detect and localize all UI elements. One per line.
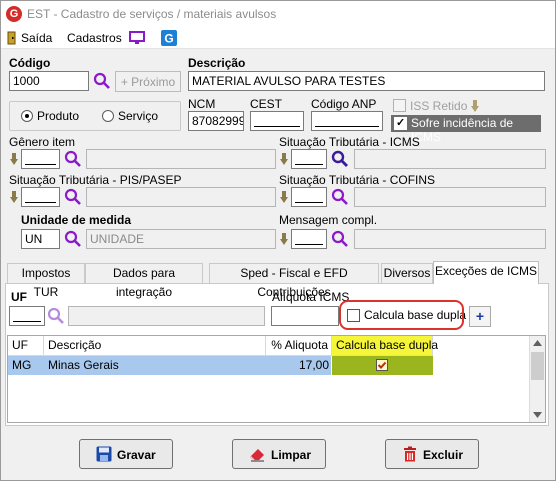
proximo-button[interactable]: + Próximo bbox=[115, 71, 181, 92]
tab-sped[interactable]: Sped - Fiscal e EFD Contribuições bbox=[209, 263, 379, 299]
menu-bar: Saída Cadastros G bbox=[1, 27, 555, 49]
search-icon[interactable] bbox=[64, 150, 82, 168]
add-button[interactable]: + bbox=[469, 306, 491, 327]
gravar-label: Gravar bbox=[117, 448, 156, 462]
iss-retido-checkbox[interactable] bbox=[393, 99, 406, 112]
ncm-input[interactable]: 87082999 bbox=[188, 111, 244, 131]
col-calcula-base-dupla[interactable]: Calcula base dupla bbox=[332, 336, 438, 356]
tab-dados-integracao[interactable]: Dados para integração bbox=[85, 263, 203, 299]
exit-door-icon bbox=[7, 31, 16, 45]
cest-label: CEST bbox=[250, 97, 283, 111]
produto-label: Produto bbox=[37, 109, 80, 123]
aliquota-input[interactable] bbox=[271, 306, 339, 326]
gravar-button[interactable]: Gravar bbox=[79, 439, 173, 469]
checked-box-icon[interactable] bbox=[376, 359, 388, 371]
col-uf[interactable]: UF bbox=[8, 336, 44, 356]
anp-input[interactable] bbox=[311, 111, 383, 131]
unidade-label: Unidade de medida bbox=[21, 213, 132, 227]
tab-impostos-tur[interactable]: Impostos TUR bbox=[7, 263, 85, 299]
window-title: EST - Cadastro de serviços / materiais a… bbox=[27, 7, 277, 21]
sofre-icms-checkbox[interactable] bbox=[394, 116, 407, 130]
search-icon[interactable] bbox=[331, 230, 349, 248]
produto-radio[interactable] bbox=[21, 110, 33, 122]
cest-input[interactable] bbox=[250, 111, 304, 131]
st-cofins-input[interactable] bbox=[291, 187, 327, 207]
cell-uf: MG bbox=[12, 358, 32, 372]
search-icon[interactable] bbox=[331, 188, 349, 206]
col-aliquota[interactable]: % Aliquota bbox=[266, 336, 332, 356]
scroll-up-icon[interactable] bbox=[533, 340, 542, 346]
mensagem-input[interactable] bbox=[291, 229, 327, 249]
down-arrow-icon bbox=[10, 191, 18, 203]
st-cofins-desc bbox=[354, 187, 546, 207]
unidade-code-input[interactable]: UN bbox=[21, 229, 60, 249]
title-bar: G EST - Cadastro de serviços / materiais… bbox=[1, 1, 555, 27]
cell-calcula[interactable] bbox=[332, 356, 433, 375]
down-arrow-icon bbox=[280, 191, 288, 203]
excecoes-table: UF Descrição % Aliquota Calcula base dup… bbox=[7, 335, 546, 423]
st-icms-label: Situação Tributária - ICMS bbox=[279, 135, 420, 149]
g-app-icon[interactable]: G bbox=[161, 30, 177, 46]
st-cofins-label: Situação Tributária - COFINS bbox=[279, 173, 436, 187]
app-logo-icon: G bbox=[6, 6, 22, 22]
descricao-input[interactable]: MATERIAL AVULSO PARA TESTES bbox=[188, 71, 545, 91]
uf-label: UF bbox=[11, 290, 27, 304]
aliquota-label: Alíquota ICMS bbox=[272, 290, 350, 304]
tab-diversos[interactable]: Diversos bbox=[381, 263, 433, 283]
st-pis-label: Situação Tributária - PIS/PASEP bbox=[9, 173, 182, 187]
search-icon[interactable] bbox=[93, 72, 111, 90]
save-disk-icon bbox=[96, 446, 112, 462]
table-scrollbar[interactable] bbox=[529, 336, 545, 422]
anp-label: Código ANP bbox=[311, 97, 377, 111]
scroll-thumb[interactable] bbox=[531, 352, 544, 380]
descricao-label: Descrição bbox=[188, 56, 246, 70]
search-icon[interactable] bbox=[64, 230, 82, 248]
st-icms-input[interactable] bbox=[291, 149, 327, 169]
menu-cadastros[interactable]: Cadastros bbox=[67, 31, 122, 45]
excluir-button[interactable]: Excluir bbox=[385, 439, 479, 469]
eraser-icon bbox=[250, 449, 264, 462]
genero-input[interactable] bbox=[21, 149, 60, 169]
ncm-label: NCM bbox=[188, 97, 216, 111]
menu-saida[interactable]: Saída bbox=[21, 31, 52, 45]
down-arrow-icon bbox=[280, 233, 288, 245]
down-arrow-icon bbox=[471, 100, 479, 112]
col-descricao[interactable]: Descrição bbox=[44, 336, 266, 356]
cell-aliquota: 17,00 bbox=[298, 358, 329, 372]
search-icon[interactable] bbox=[331, 150, 349, 168]
down-arrow-icon bbox=[10, 153, 18, 165]
scroll-down-icon[interactable] bbox=[533, 412, 542, 418]
tab-excecoes-icms[interactable]: Exceções de ICMS bbox=[433, 261, 539, 284]
genero-label: Gênero item bbox=[9, 135, 76, 149]
genero-desc bbox=[86, 149, 276, 169]
annotation-highlight bbox=[339, 300, 464, 330]
st-pis-input[interactable] bbox=[21, 187, 60, 207]
excluir-label: Excluir bbox=[423, 448, 464, 462]
search-icon[interactable] bbox=[64, 188, 82, 206]
monitor-icon[interactable] bbox=[129, 31, 145, 45]
uf-desc bbox=[68, 306, 265, 326]
cell-descricao: Minas Gerais bbox=[48, 358, 119, 372]
servico-radio[interactable] bbox=[102, 110, 114, 122]
st-icms-desc bbox=[354, 149, 546, 169]
st-pis-desc bbox=[86, 187, 276, 207]
mensagem-label: Mensagem compl. bbox=[279, 213, 378, 227]
search-icon[interactable] bbox=[47, 307, 65, 325]
svg-text:G: G bbox=[164, 32, 173, 46]
mensagem-desc bbox=[354, 229, 546, 249]
iss-retido-label: ISS Retido bbox=[410, 99, 468, 113]
sofre-icms-label: Sofre incidência de ICMS bbox=[411, 116, 514, 144]
down-arrow-icon bbox=[280, 153, 288, 165]
limpar-label: Limpar bbox=[271, 448, 312, 462]
trash-icon bbox=[404, 446, 416, 462]
unidade-desc: UNIDADE bbox=[86, 229, 276, 249]
codigo-label: Código bbox=[9, 56, 51, 70]
uf-input[interactable] bbox=[9, 306, 45, 326]
main-window: G EST - Cadastro de serviços / materiais… bbox=[0, 0, 556, 481]
codigo-input[interactable]: 1000 bbox=[9, 71, 89, 91]
servico-label: Serviço bbox=[118, 109, 159, 123]
limpar-button[interactable]: Limpar bbox=[232, 439, 326, 469]
sofre-icms-box[interactable]: Sofre incidência de ICMS bbox=[391, 115, 541, 144]
